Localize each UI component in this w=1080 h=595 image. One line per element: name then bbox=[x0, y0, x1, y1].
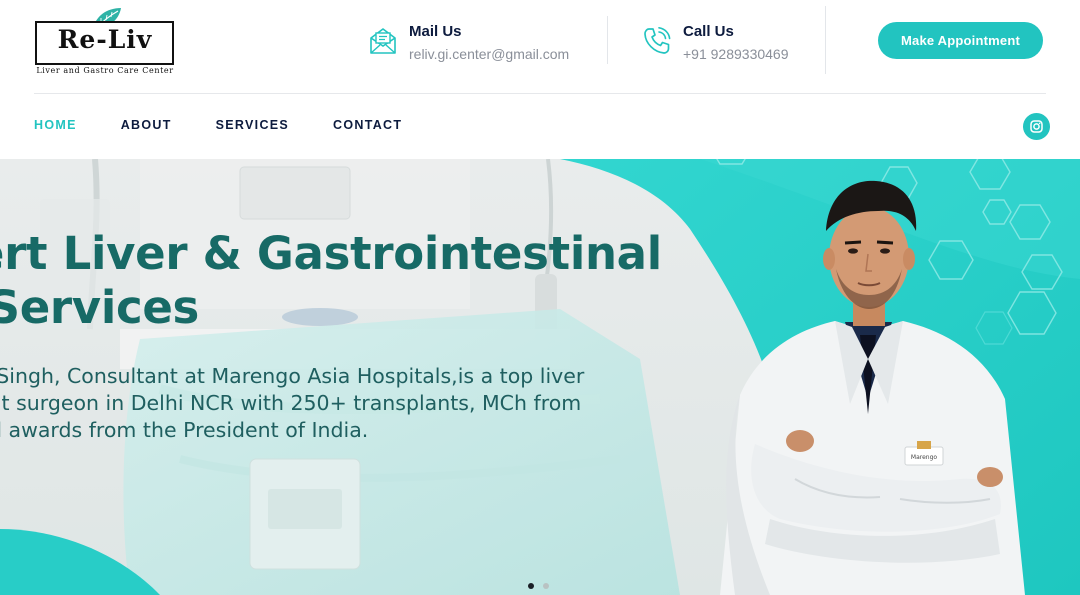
hero-title-line-2: e Services bbox=[0, 281, 200, 334]
instagram-button[interactable] bbox=[1023, 113, 1050, 140]
mail-address[interactable]: reliv.gi.center@gmail.com bbox=[409, 46, 569, 62]
phone-icon bbox=[644, 27, 671, 54]
nav-home[interactable]: HOME bbox=[34, 118, 77, 136]
call-title: Call Us bbox=[683, 23, 734, 40]
brand-name: Re-Liv bbox=[57, 25, 153, 54]
nav-contact[interactable]: CONTACT bbox=[333, 118, 402, 136]
instagram-icon bbox=[1030, 120, 1043, 133]
mail-contact[interactable]: Mail Us reliv.gi.center@gmail.com bbox=[368, 20, 598, 68]
hero-desc-line-1: it Singh, Consultant at Marengo Asia Hos… bbox=[0, 364, 585, 388]
slider-dot-2[interactable] bbox=[543, 583, 549, 589]
hero-desc-line-2: ant surgeon in Delhi NCR with 250+ trans… bbox=[0, 391, 582, 415]
hero-title-line-1: pert Liver & Gastrointestinal bbox=[0, 227, 662, 280]
main-nav: HOME ABOUT SERVICES CONTACT bbox=[34, 118, 446, 136]
site-header: Re-Liv Liver and Gastro Care Center Mail… bbox=[0, 0, 1080, 93]
coat-badge: Marengo bbox=[911, 454, 937, 461]
hero-desc-line-3: nd awards from the President of India. bbox=[0, 418, 369, 442]
slider-pagination bbox=[528, 583, 549, 589]
header-divider-line bbox=[34, 93, 1046, 94]
brand-tagline: Liver and Gastro Care Center bbox=[36, 66, 174, 75]
nav-about[interactable]: ABOUT bbox=[121, 118, 172, 136]
call-contact[interactable]: Call Us +91 9289330469 bbox=[642, 20, 812, 68]
phone-number[interactable]: +91 9289330469 bbox=[683, 46, 789, 62]
hero-title: pert Liver & Gastrointestinal e Services bbox=[0, 227, 662, 335]
make-appointment-button[interactable]: Make Appointment bbox=[878, 22, 1043, 59]
header-divider bbox=[607, 16, 608, 64]
brand-logo[interactable]: Re-Liv Liver and Gastro Care Center bbox=[34, 6, 176, 78]
hero-description: it Singh, Consultant at Marengo Asia Hos… bbox=[0, 363, 584, 444]
hero-slider[interactable]: Marengo pert Liver & Gastrointestinal e … bbox=[0, 159, 1080, 595]
header-divider bbox=[825, 6, 826, 74]
mail-title: Mail Us bbox=[409, 23, 462, 40]
mail-envelope-icon bbox=[370, 28, 396, 54]
nav-services[interactable]: SERVICES bbox=[216, 118, 289, 136]
slider-dot-1[interactable] bbox=[528, 583, 534, 589]
